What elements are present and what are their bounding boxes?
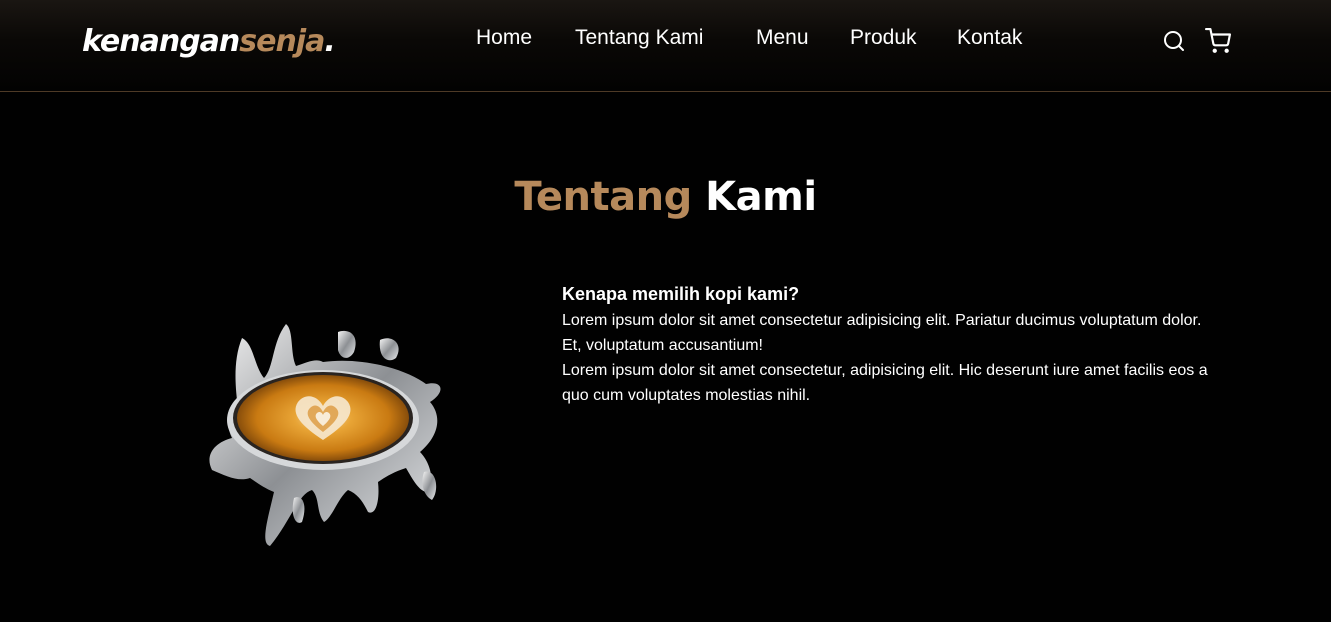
nav-link-produk[interactable]: Produk bbox=[850, 26, 917, 50]
brand-part-3: . bbox=[324, 24, 335, 59]
about-paragraph-2: Lorem ipsum dolor sit amet consectetur, … bbox=[562, 362, 1208, 404]
search-icon[interactable] bbox=[1162, 29, 1188, 55]
nav-link-kontak[interactable]: Kontak bbox=[957, 26, 1022, 50]
brand-logo[interactable]: kenangansenja. bbox=[82, 24, 336, 59]
nav-link-menu[interactable]: Menu bbox=[756, 26, 809, 50]
about-text: Kenapa memilih kopi kami? Lorem ipsum do… bbox=[562, 282, 1212, 408]
brand-part-1: kenangan bbox=[82, 24, 240, 59]
navbar: kenangansenja. Home Tentang Kami Menu Pr… bbox=[0, 0, 1331, 92]
section-title-accent: Tentang bbox=[514, 174, 692, 220]
section-title-main: Kami bbox=[705, 174, 817, 220]
section-title: Tentang Kami bbox=[0, 174, 1331, 220]
about-heading: Kenapa memilih kopi kami? bbox=[562, 284, 800, 304]
brand-part-2: senja bbox=[239, 24, 325, 59]
nav-link-tentang-kami[interactable]: Tentang Kami bbox=[575, 26, 703, 50]
coffee-splash-image bbox=[198, 322, 448, 548]
nav-link-home[interactable]: Home bbox=[476, 26, 532, 50]
shopping-cart-icon[interactable] bbox=[1205, 28, 1231, 54]
about-paragraph-1: Lorem ipsum dolor sit amet consectetur a… bbox=[562, 312, 1202, 354]
